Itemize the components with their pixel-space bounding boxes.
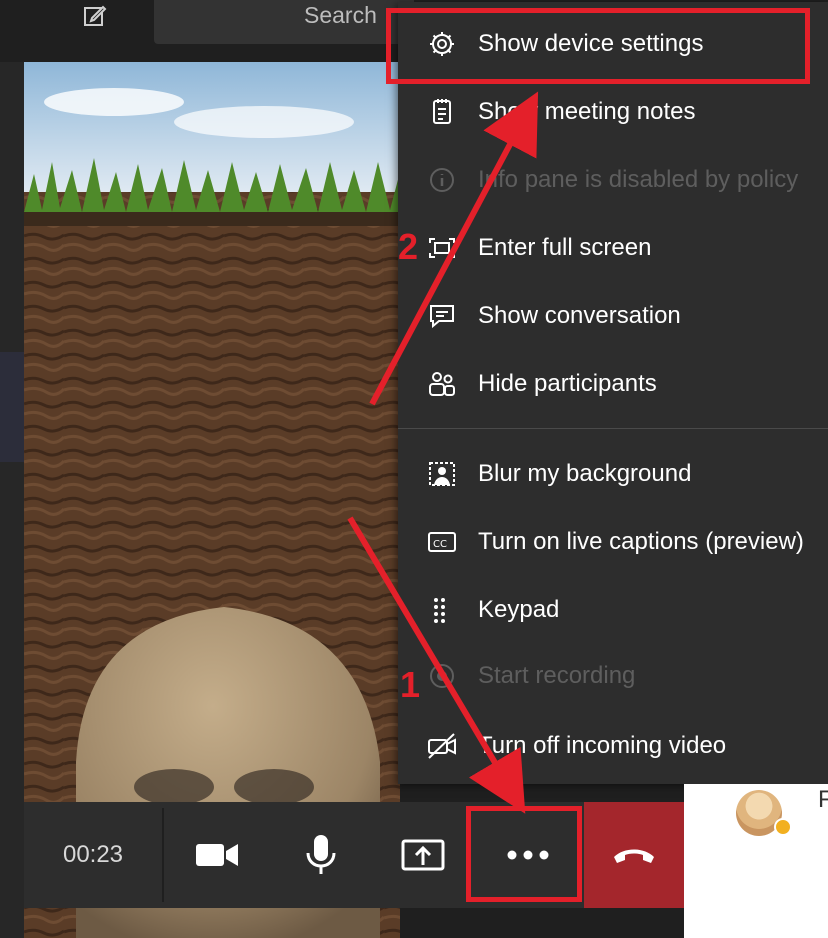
share-screen-button[interactable]	[380, 802, 466, 908]
compose-icon[interactable]	[82, 3, 108, 29]
participants-icon	[426, 369, 458, 399]
record-icon	[426, 661, 458, 691]
menu-item-label: Show device settings	[478, 30, 704, 57]
svg-text:CC: CC	[433, 539, 447, 550]
menu-item-label: Turn off incoming video	[478, 732, 727, 759]
menu-item-hide-participants[interactable]: Hide participants	[398, 356, 828, 412]
menu-item-keypad[interactable]: Keypad	[398, 582, 828, 638]
menu-item-label: Enter full screen	[478, 234, 652, 261]
step-number-1: 1	[400, 664, 421, 705]
more-options-icon	[507, 850, 549, 860]
video-off-icon	[426, 731, 458, 761]
info-icon	[426, 165, 458, 195]
participant-name: F	[818, 786, 828, 813]
call-timer: 00:23	[62, 841, 124, 868]
menu-item-show-meeting-notes[interactable]: Show meeting notes	[398, 84, 828, 140]
blur-icon	[426, 459, 458, 489]
menu-item-label: Keypad	[478, 596, 560, 623]
status-badge	[774, 818, 792, 836]
menu-item-turn-off-incoming-video[interactable]: Turn off incoming video	[398, 718, 828, 774]
menu-item-label: Show meeting notes	[478, 98, 696, 125]
keypad-icon	[426, 595, 458, 625]
menu-item-label: Blur my background	[478, 460, 692, 487]
hangup-button[interactable]	[584, 802, 684, 908]
gear-icon	[426, 29, 458, 59]
menu-item-show-conversation[interactable]: Show conversation	[398, 288, 828, 344]
menu-item-enter-full-screen[interactable]: Enter full screen	[398, 220, 828, 276]
more-options-button[interactable]	[482, 802, 574, 908]
menu-item-info-pane-disabled: Info pane is disabled by policy	[398, 152, 828, 208]
rail-active-marker	[0, 352, 24, 462]
menu-item-label: Info pane is disabled by policy	[478, 166, 799, 193]
mic-icon	[306, 835, 336, 874]
camera-icon	[196, 844, 238, 866]
more-options-menu: Show device settings Show meeting notes …	[398, 2, 828, 784]
menu-item-blur-background[interactable]: Blur my background	[398, 446, 828, 502]
fullscreen-icon	[426, 233, 458, 263]
hangup-icon	[614, 849, 654, 863]
camera-button[interactable]	[174, 802, 260, 908]
share-screen-icon	[401, 839, 445, 871]
menu-item-live-captions[interactable]: CC Turn on live captions (preview)	[398, 514, 828, 570]
menu-item-label: Turn on live captions (preview)	[478, 528, 804, 555]
left-rail	[0, 62, 24, 938]
captions-icon: CC	[426, 527, 458, 557]
menu-item-label: Start recording	[478, 662, 636, 689]
call-controls-bar: 00:23	[24, 802, 684, 908]
notes-icon	[426, 97, 458, 127]
menu-item-show-device-settings[interactable]: Show device settings	[398, 16, 828, 72]
search-box[interactable]: Search	[154, 0, 414, 44]
step-number-2: 2	[398, 226, 419, 267]
menu-item-start-recording: Start recording	[398, 648, 828, 704]
menu-divider	[398, 428, 828, 429]
divider	[162, 808, 164, 902]
participant-panel: F	[684, 784, 828, 938]
menu-item-label: Show conversation	[478, 302, 681, 329]
menu-item-label: Hide participants	[478, 370, 657, 397]
microphone-button[interactable]	[278, 802, 364, 908]
chat-icon	[426, 301, 458, 331]
